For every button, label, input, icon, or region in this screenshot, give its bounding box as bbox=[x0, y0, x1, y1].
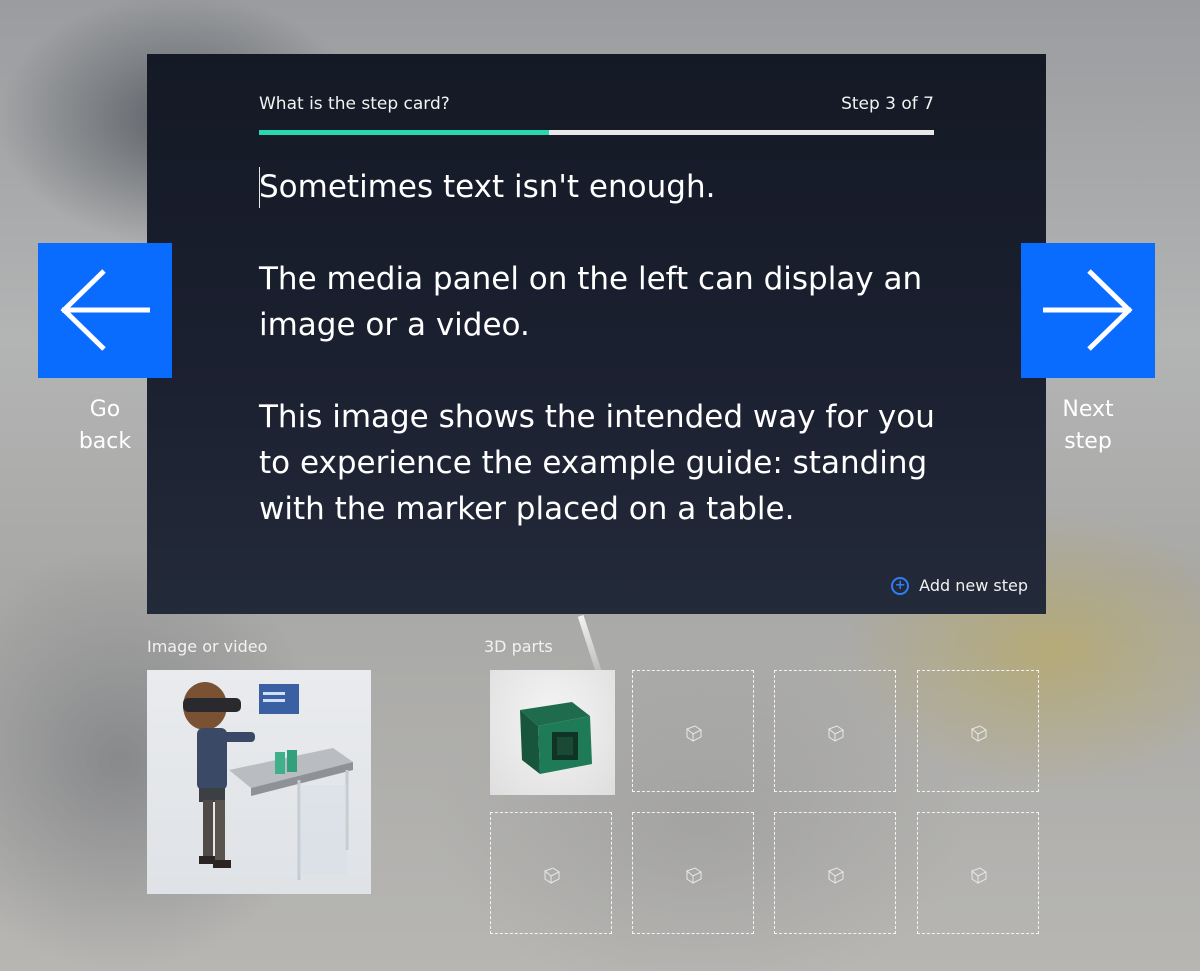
go-back-label-line2: back bbox=[78, 429, 132, 454]
go-back-button[interactable] bbox=[38, 243, 172, 378]
next-step-label: Next step bbox=[1021, 394, 1155, 458]
step-paragraph-3: This image shows the intended way for yo… bbox=[259, 399, 935, 527]
person-at-table-illustration bbox=[183, 682, 353, 880]
cube-icon bbox=[686, 867, 702, 884]
progress-bar-fill bbox=[259, 130, 550, 135]
step-card: What is the step card? Step 3 of 7 Somet… bbox=[147, 54, 1046, 614]
part-slot-5[interactable] bbox=[490, 812, 612, 934]
card-header: What is the step card? Step 3 of 7 bbox=[259, 94, 934, 114]
media-section-label: Image or video bbox=[147, 637, 268, 656]
next-step-label-line1: Next bbox=[1062, 397, 1114, 422]
go-back-label-line1: Go bbox=[89, 397, 121, 422]
cube-icon bbox=[971, 725, 987, 742]
cube-icon bbox=[828, 867, 844, 884]
green-part-model-icon bbox=[520, 702, 592, 774]
add-new-step-label: Add new step bbox=[919, 576, 1028, 595]
go-back-label: Go back bbox=[38, 394, 172, 458]
cube-icon bbox=[544, 867, 560, 884]
progress-bar bbox=[259, 130, 934, 135]
parts-section-label: 3D parts bbox=[484, 637, 553, 656]
step-indicator: Step 3 of 7 bbox=[841, 94, 934, 114]
part-slot-2[interactable] bbox=[632, 670, 754, 792]
part-slot-1[interactable] bbox=[490, 670, 615, 795]
part-slot-4[interactable] bbox=[917, 670, 1039, 792]
step-paragraph-1: Sometimes text isn't enough. bbox=[259, 169, 716, 205]
cube-icon bbox=[828, 725, 844, 742]
next-step-button[interactable] bbox=[1021, 243, 1155, 378]
part-slot-8[interactable] bbox=[917, 812, 1039, 934]
arrow-left-icon bbox=[60, 269, 150, 351]
next-step-label-line2: step bbox=[1064, 429, 1112, 454]
part-slot-7[interactable] bbox=[774, 812, 896, 934]
part-slot-6[interactable] bbox=[632, 812, 754, 934]
card-title: What is the step card? bbox=[259, 94, 450, 114]
media-image-thumbnail[interactable] bbox=[147, 670, 371, 894]
part-slot-3[interactable] bbox=[774, 670, 896, 792]
step-paragraph-2: The media panel on the left can display … bbox=[259, 261, 923, 343]
cube-icon bbox=[971, 867, 987, 884]
add-new-step-button[interactable]: + Add new step bbox=[891, 576, 1028, 595]
arrow-right-icon bbox=[1043, 269, 1133, 351]
cube-icon bbox=[686, 725, 702, 742]
step-body-text[interactable]: Sometimes text isn't enough. The media p… bbox=[259, 164, 949, 578]
add-circle-icon: + bbox=[891, 576, 910, 595]
